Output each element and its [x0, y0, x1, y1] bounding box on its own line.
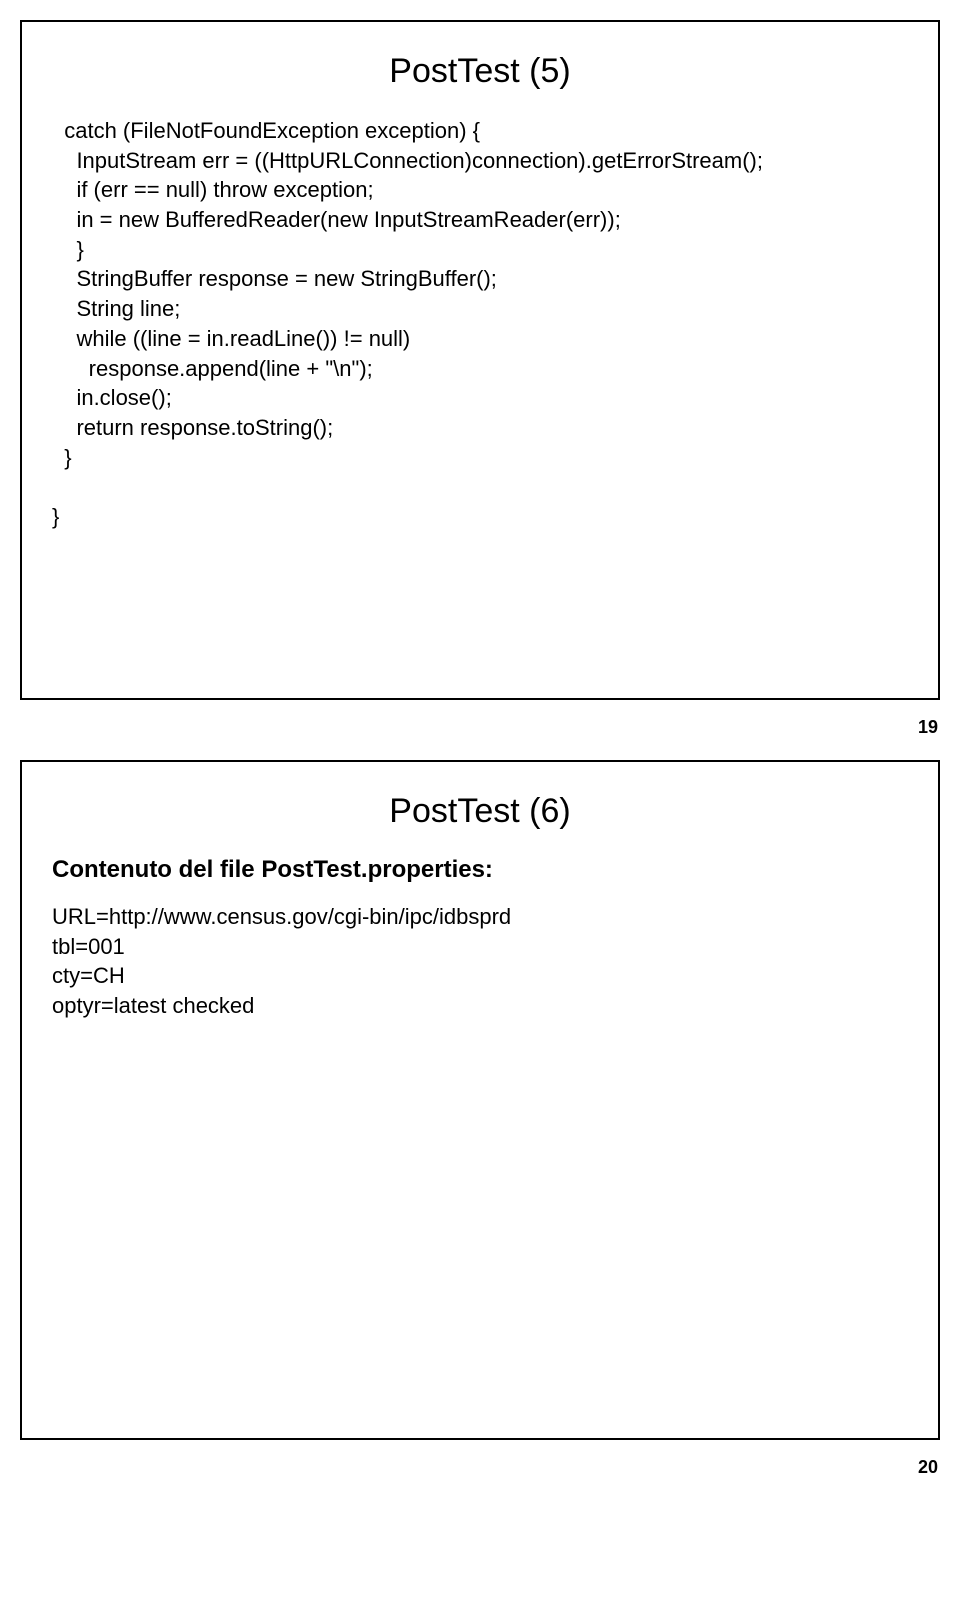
properties-block: URL=http://www.census.gov/cgi-bin/ipc/id… — [52, 902, 908, 1021]
code-block: catch (FileNotFoundException exception) … — [52, 116, 908, 532]
slide-title: PostTest (6) — [52, 792, 908, 831]
slide-title: PostTest (5) — [52, 52, 908, 91]
page-number: 19 — [918, 717, 938, 738]
page-number: 20 — [918, 1457, 938, 1478]
slide-1: PostTest (5) catch (FileNotFoundExceptio… — [20, 20, 940, 700]
slide-2: PostTest (6) Contenuto del file PostTest… — [20, 760, 940, 1440]
subheading: Contenuto del file PostTest.properties: — [52, 856, 908, 884]
